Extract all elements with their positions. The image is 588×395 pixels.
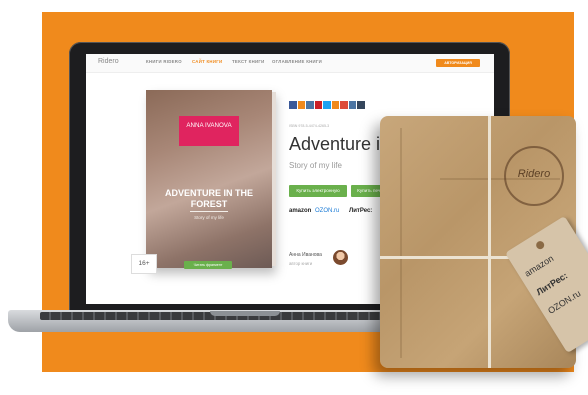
google-plus-icon[interactable] — [340, 101, 348, 109]
twitter-icon[interactable] — [323, 101, 331, 109]
tag-litres: ЛитРес: — [534, 270, 570, 298]
author-role: автор книги — [289, 261, 313, 266]
avatar — [333, 250, 348, 265]
odnoklassniki-icon[interactable] — [331, 101, 339, 109]
laptop-hinge — [210, 311, 280, 316]
age-badge: 16+ — [131, 254, 157, 274]
book-title: ADVENTURE IN THE FOREST — [164, 188, 253, 209]
tag-ozon: OZON.ru — [546, 288, 583, 316]
book-subtitle: Story of my life — [194, 215, 224, 220]
author-label: ANNA IVANOVA — [179, 116, 239, 146]
odnoklassniki-icon[interactable] — [297, 101, 305, 109]
ridero-stamp: Riderо — [504, 146, 564, 206]
site-nav: Ridero КНИГИ RIDERO САЙТ КНИГИ ТЕКСТ КНИ… — [86, 54, 494, 73]
book-cover: ANNA IVANOVA ADVENTURE IN THE FOREST Sto… — [146, 90, 272, 268]
brand-logo[interactable]: Ridero — [98, 58, 119, 65]
read-fragment-button[interactable]: Читать фрагмент — [184, 261, 232, 269]
ozon-link[interactable]: OZON.ru — [315, 208, 339, 214]
page-subtitle: Story of my life — [289, 161, 342, 170]
pinterest-icon[interactable] — [314, 101, 322, 109]
litres-link[interactable]: ЛитРес: — [349, 208, 372, 214]
tumblr-icon[interactable] — [357, 101, 365, 109]
book-edge — [272, 92, 276, 266]
vk-icon[interactable] — [348, 101, 356, 109]
buy-ebook-button[interactable]: Купить электронную — [289, 185, 347, 197]
nav-item-book-text[interactable]: ТЕКСТ КНИГИ — [232, 59, 265, 64]
nav-item-contents[interactable]: ОГЛАВЛЕНИЕ КНИГИ — [272, 59, 322, 64]
string-vertical — [488, 116, 491, 368]
gift-package: Riderо amazon ЛитРес: OZON.ru — [380, 108, 588, 378]
nav-item-ridero-books[interactable]: КНИГИ RIDERO — [146, 59, 182, 64]
amazon-link[interactable]: amazon — [289, 208, 311, 214]
stamp-text: Riderо — [517, 168, 551, 180]
tag-amazon: amazon — [522, 253, 556, 279]
auth-button[interactable]: АВТОРИЗАЦИЯ — [436, 59, 480, 67]
tag-hole — [534, 239, 546, 251]
paper-crease — [400, 128, 402, 358]
facebook-icon[interactable] — [289, 101, 297, 109]
isbn-text: ISBN 978-5-4474-4265-3 — [289, 124, 330, 128]
title-divider — [190, 211, 228, 212]
nav-item-book-site[interactable]: САЙТ КНИГИ — [192, 59, 222, 64]
author-name: Анна Иванова — [289, 252, 322, 258]
social-share-row — [289, 101, 366, 109]
vk-icon[interactable] — [306, 101, 314, 109]
